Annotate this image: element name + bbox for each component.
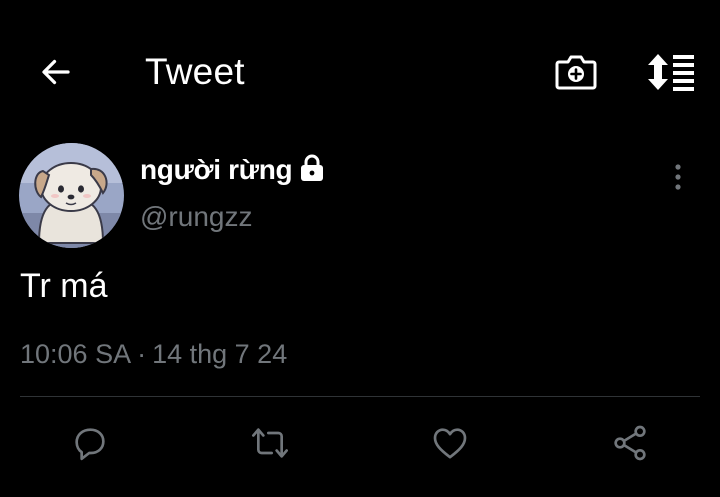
share-button[interactable] bbox=[608, 421, 652, 465]
tweet-text: Tr má bbox=[20, 267, 108, 305]
meta-separator: · bbox=[137, 339, 147, 369]
share-icon bbox=[614, 425, 646, 461]
reply-icon bbox=[75, 428, 105, 461]
like-button[interactable] bbox=[428, 421, 472, 465]
tweet-time: 10:06 SA bbox=[20, 339, 132, 369]
retweet-icon bbox=[252, 428, 288, 458]
back-button[interactable] bbox=[36, 52, 76, 92]
top-app-bar: Tweet bbox=[0, 0, 720, 140]
action-bar bbox=[0, 397, 720, 497]
avatar[interactable] bbox=[19, 143, 124, 248]
reply-button[interactable] bbox=[68, 421, 112, 465]
camera-button[interactable] bbox=[554, 50, 598, 94]
arrow-left-icon bbox=[42, 59, 70, 85]
author-name-row[interactable]: người rừng bbox=[140, 150, 325, 190]
retweet-button[interactable] bbox=[248, 421, 292, 465]
heart-icon bbox=[433, 428, 467, 459]
display-name: người rừng bbox=[140, 154, 293, 185]
tweet-date: 14 thg 7 24 bbox=[152, 339, 288, 369]
more-options-button[interactable] bbox=[662, 158, 694, 198]
more-vertical-icon bbox=[675, 164, 681, 190]
dog-avatar bbox=[19, 143, 124, 248]
camera-plus-icon bbox=[555, 55, 597, 90]
lock-icon bbox=[299, 154, 325, 182]
username: @rungzz bbox=[140, 201, 253, 232]
tweet-timestamp[interactable]: 10:06 SA · 14 thg 7 24 bbox=[20, 334, 287, 374]
sort-list-icon bbox=[648, 54, 694, 91]
page-title: Tweet bbox=[145, 51, 245, 92]
sort-button[interactable] bbox=[644, 50, 698, 94]
